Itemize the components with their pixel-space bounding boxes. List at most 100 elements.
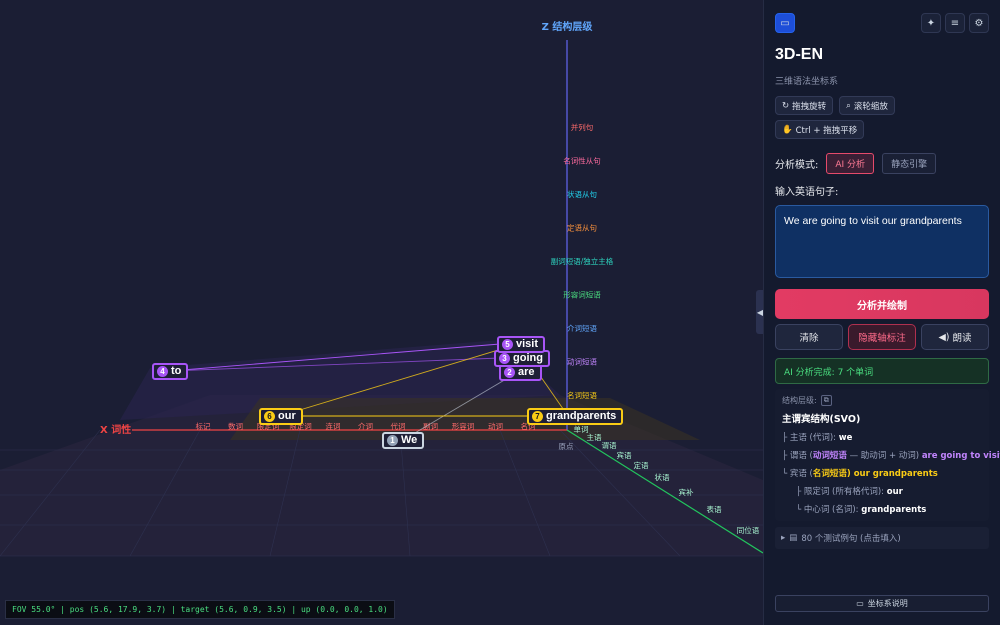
sentence-input[interactable]	[775, 205, 989, 278]
app-title: 3D-EN	[775, 46, 824, 63]
word-node-6[interactable]: 6 our	[259, 408, 303, 425]
z-axis-title: Z 结构层级	[542, 20, 594, 33]
zoom-hint: ⌕ 滚轮缩放	[839, 96, 895, 115]
analysis-mode-row: 分析模式: AI 分析 静态引擎	[775, 153, 989, 174]
tree-head: └ 中心词 (名词): grandparents	[782, 503, 982, 515]
pos-label: 连词	[326, 421, 341, 431]
examples-toggle[interactable]: ▸ ▤ 80 个测试例句 (点击填入)	[775, 527, 989, 549]
word-text: We	[401, 434, 418, 446]
z-level-label: 并列句	[571, 122, 594, 132]
app-root: Z 结构层级 并列句 名词性从句 状语从句 定语从句 副词短语/独立主格 形容词短语 介词短…	[0, 0, 1000, 625]
panel-toolbar: ▭ ✦ ≡ ⚙	[775, 12, 989, 34]
word-index: 7	[532, 411, 543, 422]
pan-hint: ✋ Ctrl + 拖拽平移	[775, 120, 865, 139]
z-level-label: 状语从句	[567, 189, 597, 199]
predicate-prefix: ├ 谓语 (	[782, 451, 813, 461]
analyze-button[interactable]: 分析并绘制	[775, 289, 989, 319]
input-label: 输入英语句子:	[775, 187, 839, 198]
z-level-label: 副词短语/独立主格	[551, 256, 614, 266]
analysis-status: AI 分析完成: 7 个单词	[775, 358, 989, 384]
word-index: 4	[157, 366, 168, 377]
z-level-label: 介词短语	[567, 323, 597, 333]
predicate-kind: 动词短语	[812, 451, 847, 461]
legend-button[interactable]: ▭ 坐标系说明	[775, 595, 989, 612]
gear-icon[interactable]: ⚙	[969, 13, 989, 33]
clear-button[interactable]: 清除	[775, 324, 843, 350]
pan-hint-label: Ctrl + 拖拽平移	[795, 125, 858, 136]
legend-label: 坐标系说明	[867, 599, 908, 608]
3d-viewport[interactable]: Z 结构层级 并列句 名词性从句 状语从句 定语从句 副词短语/独立主格 形容词短语 介词短…	[0, 0, 763, 625]
word-index: 5	[502, 339, 513, 350]
z-level-label: 定语从句	[567, 223, 597, 233]
mode-ai-button[interactable]: AI 分析	[826, 153, 875, 174]
tree-predicate: ├ 谓语 (动词短语 — 助动词 + 动词) are going to visi…	[782, 449, 1000, 461]
zoom-hint-label: 滚轮缩放	[853, 101, 888, 112]
y-role-label: 宾语	[617, 450, 632, 460]
z-level-label: 形容词短语	[563, 290, 601, 300]
hand-icon: ✋	[782, 124, 793, 135]
word-index: 2	[504, 367, 515, 378]
determiner-prefix: ├ 限定词 (所有格代词):	[796, 487, 885, 497]
hint-row-2: ✋ Ctrl + 拖拽平移	[775, 120, 989, 139]
y-role-label: 同位语	[737, 525, 760, 535]
word-text: visit	[516, 338, 539, 350]
z-level-labels: 并列句名词性从句状语从句定语从句副词短语/独立主格形容词短语介词短语动词短语名词…	[551, 122, 614, 400]
word-index: 1	[387, 435, 398, 446]
structure-title: 主谓宾结构(SVO)	[782, 414, 861, 425]
y-role-label: 表语	[707, 504, 722, 514]
word-text: are	[518, 366, 535, 378]
word-index: 6	[264, 411, 275, 422]
word-node-7[interactable]: 7 grandparents	[527, 408, 624, 425]
determiner-value: our	[886, 487, 903, 497]
subject-value: we	[838, 433, 853, 443]
pos-label: 动词	[488, 421, 503, 431]
word-node-1[interactable]: 1 We	[382, 432, 425, 449]
pos-label: 数词	[228, 421, 243, 431]
camera-status-bar: FOV 55.0° | pos (5.6, 17.9, 3.7) | targe…	[5, 600, 395, 619]
pos-label: 标记	[196, 421, 211, 431]
app-subtitle: 三维语法坐标系	[775, 77, 839, 87]
word-text: to	[171, 365, 182, 377]
y-role-label: 宾补	[679, 487, 694, 497]
rotate-hint: ↻ 拖拽旋转	[775, 96, 834, 115]
search-icon: ⌕	[846, 100, 851, 111]
y-role-label: 谓语	[602, 440, 617, 450]
pos-label: 介词	[358, 422, 373, 431]
triangle-right-icon: ▸	[781, 533, 786, 543]
copy-icon[interactable]: ⧉	[820, 395, 832, 406]
word-node-5[interactable]: 5 visit	[497, 336, 546, 353]
clear-label: 清除	[799, 333, 819, 344]
mode-label: 分析模式:	[775, 160, 819, 171]
book-icon[interactable]: ≡	[945, 13, 965, 33]
x-axis-title: X 词性	[100, 423, 131, 436]
toolbar-icons: ✦ ≡ ⚙	[921, 13, 989, 33]
read-aloud-button[interactable]: ◀) 朗读	[921, 324, 989, 350]
y-role-label: 定语	[634, 460, 649, 470]
hint-row: ↻ 拖拽旋转 ⌕ 滚轮缩放	[775, 96, 989, 115]
read-label: 朗读	[952, 333, 972, 344]
structure-header: 结构层级: ⧉	[782, 395, 982, 406]
examples-label: 80 个测试例句 (点击填入)	[801, 534, 901, 544]
pos-label: 形容词	[452, 421, 475, 431]
structure-head-label: 结构层级:	[782, 396, 817, 405]
tools-icon[interactable]: ✦	[921, 13, 941, 33]
menu-icon[interactable]: ▭	[775, 13, 795, 33]
scene-canvas[interactable]: Z 结构层级 并列句名词性从句状语从句定语从句副词短语/独立主格形容词短语介词短…	[0, 0, 763, 625]
subject-prefix: ├ 主语 (代词):	[782, 433, 837, 443]
clipboard-icon: ▤	[789, 533, 798, 543]
y-role-label: 主语	[587, 432, 602, 442]
mode-static-button[interactable]: 静态引擎	[882, 153, 937, 174]
origin-label: 原点	[559, 442, 574, 451]
predicate-mid: — 助动词 + 动词)	[849, 451, 920, 461]
tree-determiner: ├ 限定词 (所有格代词): our	[782, 485, 982, 497]
word-node-4[interactable]: 4 to	[152, 363, 189, 380]
tree-object: └ 宾语 (名词短语) our grandparents	[782, 467, 982, 479]
structure-box: 结构层级: ⧉ 主谓宾结构(SVO) ├ 主语 (代词): we ├ 谓语 (动…	[775, 389, 1000, 521]
z-level-label: 动词短语	[567, 357, 597, 367]
word-text: going	[513, 352, 543, 364]
predicate-value: are going to visit	[921, 451, 1000, 461]
head-value: grandparents	[861, 505, 927, 515]
rotate-icon: ↻	[782, 100, 790, 111]
hide-axis-label: 隐藏轴标注	[858, 333, 906, 344]
hide-axis-button[interactable]: 隐藏轴标注	[848, 324, 916, 350]
